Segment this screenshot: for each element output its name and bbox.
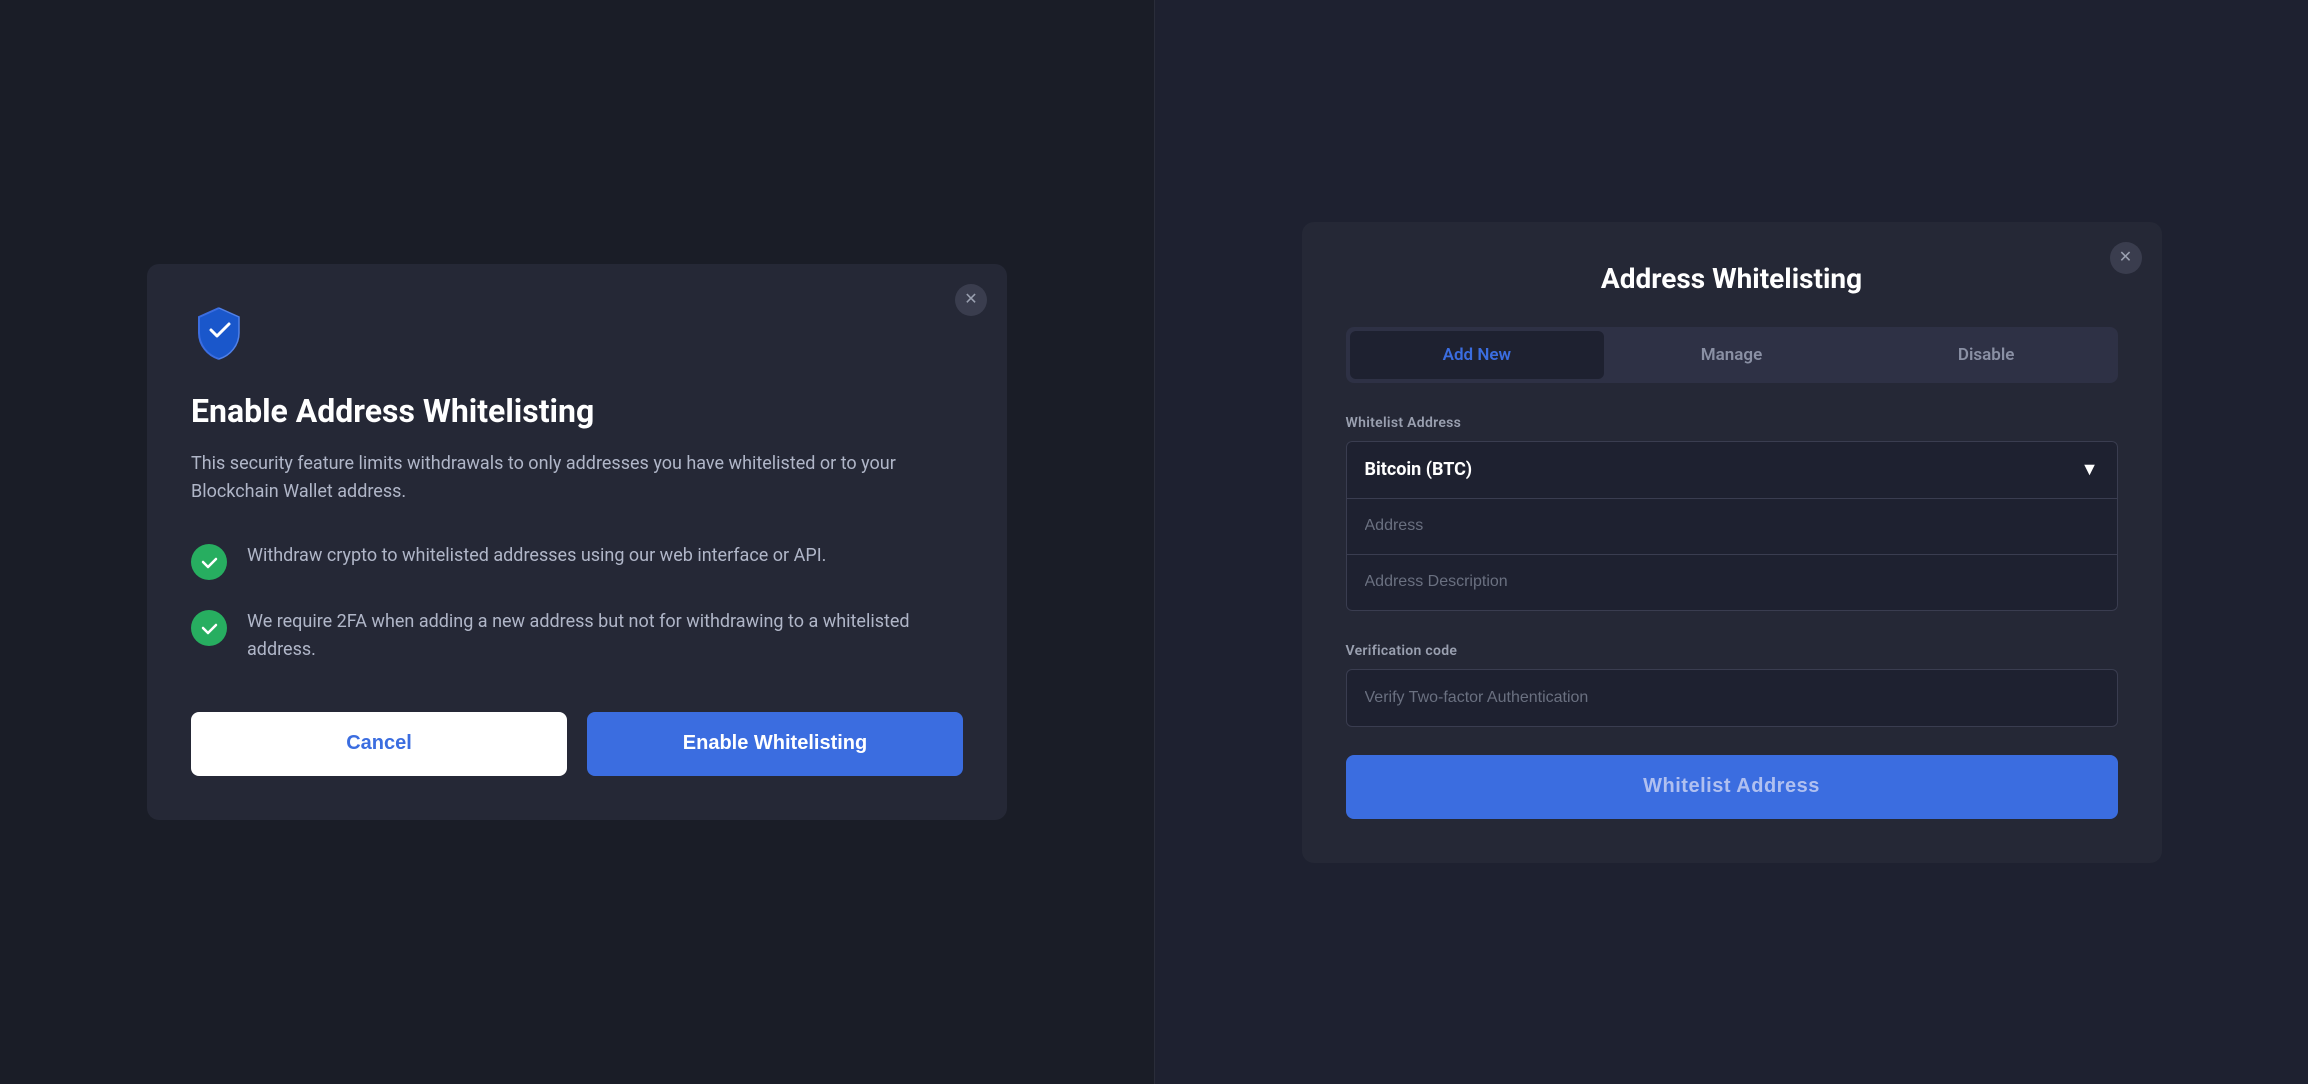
close-icon-right: ✕ [2119,250,2132,266]
action-buttons: Cancel Enable Whitelisting [191,712,963,776]
feature-text-2: We require 2FA when adding a new address… [247,608,963,664]
enable-whitelisting-modal: ✕ Enable Address Whitelisting This secur… [147,264,1007,820]
shield-icon [191,304,247,360]
left-panel: ✕ Enable Address Whitelisting This secur… [0,0,1154,1084]
close-button-left[interactable]: ✕ [955,284,987,316]
whitelist-address-label: Whitelist Address [1346,415,2118,431]
verification-input-wrapper [1346,669,2118,727]
check-icon-1 [191,544,227,580]
cancel-button[interactable]: Cancel [191,712,567,776]
address-description-input-wrapper [1346,555,2118,611]
right-panel: ✕ Address Whitelisting Add New Manage Di… [1154,0,2308,1084]
modal-description: This security feature limits withdrawals… [191,450,963,506]
verification-input[interactable] [1365,689,2099,707]
right-modal-title: Address Whitelisting [1346,262,2118,295]
modal-title: Enable Address Whitelisting [191,392,963,430]
currency-dropdown[interactable]: Bitcoin (BTC) ▼ [1346,441,2118,499]
address-fields-group: Bitcoin (BTC) ▼ [1346,441,2118,611]
address-input-wrapper [1346,499,2118,555]
verification-section: Verification code [1346,643,2118,727]
close-button-right[interactable]: ✕ [2110,242,2142,274]
address-input[interactable] [1365,517,2099,535]
check-icon-2 [191,610,227,646]
whitelist-address-button[interactable]: Whitelist Address [1346,755,2118,819]
feature-list: Withdraw crypto to whitelisted addresses… [191,542,963,664]
feature-item-2: We require 2FA when adding a new address… [191,608,963,664]
tab-add-new[interactable]: Add New [1350,331,1605,379]
chevron-down-icon: ▼ [2081,459,2099,480]
tab-manage[interactable]: Manage [1604,331,1859,379]
address-description-input[interactable] [1365,573,2099,591]
feature-item-1: Withdraw crypto to whitelisted addresses… [191,542,963,580]
currency-selected-value: Bitcoin (BTC) [1365,459,1473,480]
enable-whitelisting-button[interactable]: Enable Whitelisting [587,712,963,776]
address-whitelisting-modal: ✕ Address Whitelisting Add New Manage Di… [1302,222,2162,863]
tab-bar: Add New Manage Disable [1346,327,2118,383]
shield-icon-wrap [191,304,963,364]
tab-disable[interactable]: Disable [1859,331,2114,379]
close-icon: ✕ [964,292,977,308]
verification-label: Verification code [1346,643,2118,659]
feature-text-1: Withdraw crypto to whitelisted addresses… [247,542,826,570]
